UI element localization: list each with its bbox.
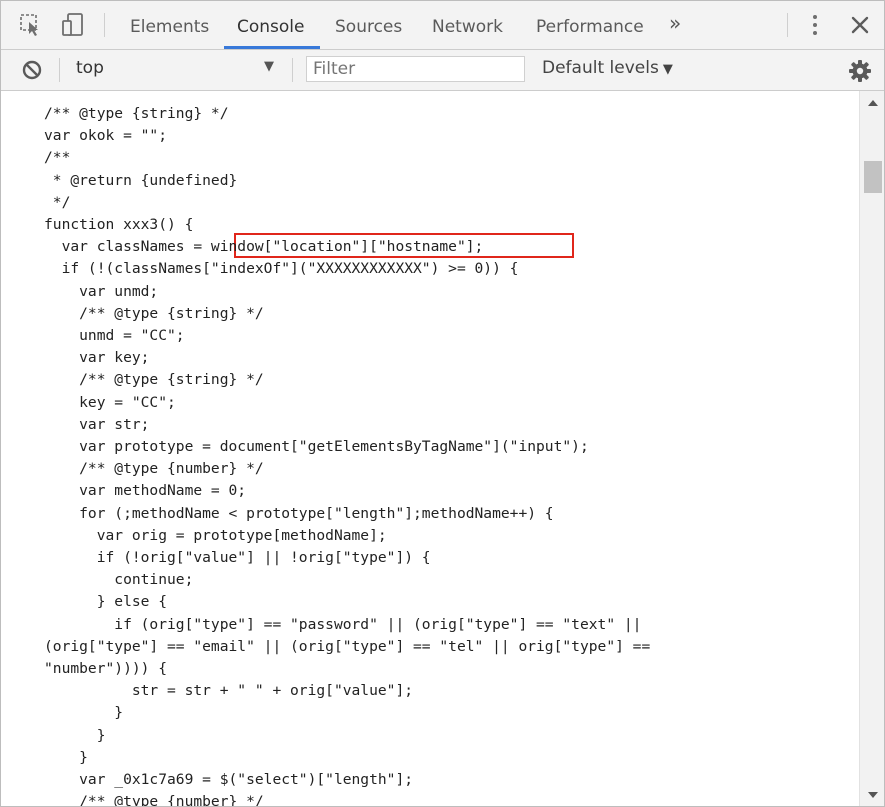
tab-network[interactable]: Network — [432, 1, 503, 49]
tab-elements[interactable]: Elements — [130, 1, 209, 49]
code-line: var unmd; — [44, 282, 159, 300]
code-line: continue; — [44, 571, 194, 589]
code-line: (orig["type"] == "email" || (orig["type"… — [44, 637, 651, 655]
code-line: /** — [44, 149, 71, 167]
clear-console-icon[interactable] — [21, 59, 43, 81]
scroll-down-arrow-icon[interactable] — [868, 792, 878, 798]
code-line: var _0x1c7a69 = $("select")["length"]; — [44, 771, 414, 788]
code-line: function xxx3() { — [44, 216, 194, 233]
code-line: var orig = prototype[methodName]; — [44, 526, 387, 544]
active-tab-indicator — [224, 46, 320, 49]
code-line: str = str + " " + orig["value"]; — [44, 682, 414, 700]
scroll-up-arrow-icon[interactable] — [868, 100, 878, 106]
toolbar-divider — [787, 13, 788, 37]
code-line: } — [44, 726, 106, 744]
console-source-view[interactable]: /** @type {string} */ var okok = ""; /** *… — [1, 91, 859, 806]
chevron-down-icon: ▼ — [662, 62, 673, 77]
inspect-element-icon[interactable] — [19, 13, 43, 37]
tab-performance[interactable]: Performance — [536, 1, 644, 49]
context-selector[interactable]: top — [76, 58, 104, 78]
more-options-icon[interactable] — [807, 11, 823, 39]
code-line: } else { — [44, 593, 168, 611]
code-line: } — [44, 704, 124, 722]
log-levels-dropdown[interactable]: Default levels ▼ — [542, 58, 673, 78]
device-toolbar-icon[interactable] — [61, 13, 85, 37]
code-line: */ — [44, 193, 71, 211]
code-line: unmd = "CC"; — [44, 327, 185, 344]
console-toolbar: top ▼ Default levels▼ — [1, 50, 884, 91]
code-line: * @return {undefined} — [44, 171, 238, 189]
code-line: "number")))) { — [44, 660, 168, 677]
context-dropdown-arrow-icon[interactable]: ▼ — [264, 59, 274, 74]
code-line: /** @type {number} */ — [44, 460, 264, 478]
code-line: var str; — [44, 415, 150, 433]
code-line: /** @type {string} */ — [44, 105, 229, 122]
toolbar-divider — [59, 58, 60, 82]
more-tabs-button[interactable]: » — [669, 11, 681, 35]
code-line: /** @type {string} */ — [44, 371, 264, 389]
vertical-scrollbar[interactable] — [859, 91, 884, 806]
devtools-tab-bar: Elements Console Sources Network Perform… — [1, 1, 884, 50]
code-line: } — [44, 748, 88, 766]
close-icon[interactable] — [847, 12, 873, 38]
code-line: var methodName = 0; — [44, 482, 247, 500]
code-line: var okok = ""; — [44, 127, 168, 145]
code-line: /** @type {number} */ — [44, 793, 264, 806]
tab-console[interactable]: Console — [237, 1, 305, 49]
filter-input[interactable] — [306, 56, 525, 82]
log-levels-label: Default levels — [542, 58, 659, 78]
code-line: /** @type {string} */ — [44, 304, 264, 322]
code-line: key = "CC"; — [44, 393, 176, 411]
code-line: if (!orig["value"] || !orig["type"]) { — [44, 549, 431, 566]
code-line: var key; — [44, 349, 150, 367]
scrollbar-thumb[interactable] — [864, 161, 882, 193]
toolbar-divider — [292, 58, 293, 82]
tab-sources[interactable]: Sources — [335, 1, 402, 49]
highlighted-code-line: var classNames = window["location"]["hos… — [44, 238, 484, 256]
code-line: for (;methodName < prototype["length"];m… — [44, 504, 554, 522]
gear-icon[interactable] — [847, 58, 873, 84]
devtools-window: Elements Console Sources Network Perform… — [0, 0, 885, 807]
code-line: if (orig["type"] == "password" || (orig[… — [44, 615, 642, 633]
code-line: if (!(classNames["indexOf"]("XXXXXXXXXXX… — [44, 260, 519, 278]
code-line: var prototype = document["getElementsByT… — [44, 438, 589, 455]
toolbar-divider — [104, 13, 105, 37]
